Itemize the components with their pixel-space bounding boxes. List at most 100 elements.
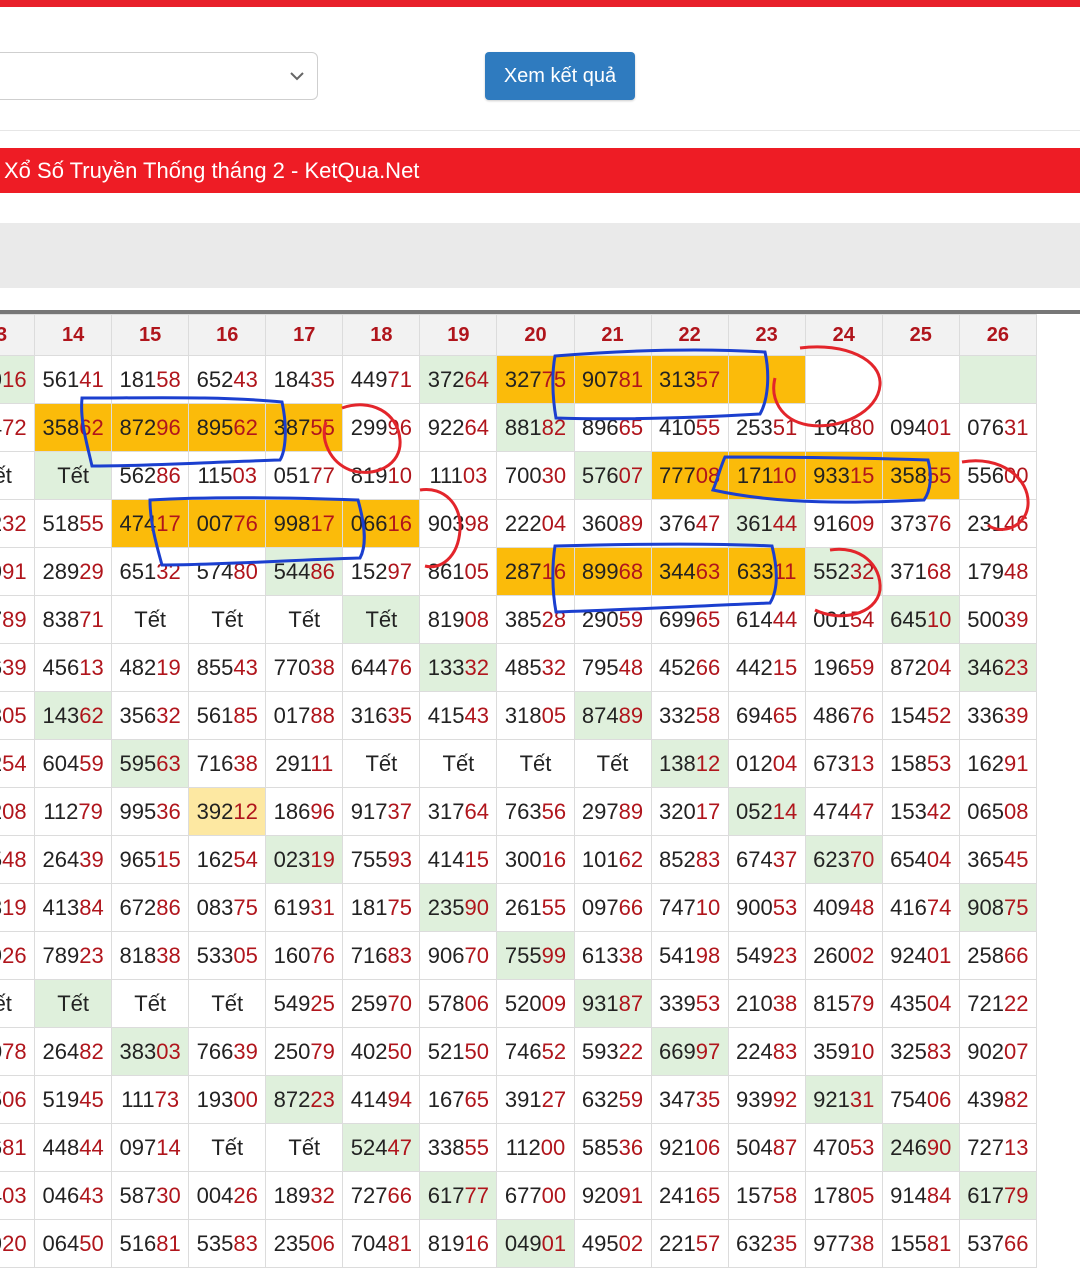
result-prefix: 210 bbox=[736, 990, 773, 1016]
result-cell: 26439 bbox=[34, 835, 113, 884]
result-prefix: 049 bbox=[504, 1230, 542, 1256]
result-prefix: 179 bbox=[967, 558, 1005, 584]
result-cell bbox=[804, 355, 883, 404]
result-prefix: 632 bbox=[736, 1230, 773, 1256]
month-select[interactable] bbox=[0, 52, 318, 100]
result-cell: 37254 bbox=[0, 739, 36, 788]
result-prefix: 320 bbox=[658, 798, 696, 824]
result-cell: 24506 bbox=[0, 1075, 36, 1124]
result-last-two-digits: 65 bbox=[464, 1086, 489, 1112]
result-prefix: 754 bbox=[890, 1086, 927, 1112]
result-cell: Tết bbox=[0, 451, 36, 500]
result-last-two-digits: 00 bbox=[1004, 462, 1029, 488]
result-cell: 89562 bbox=[188, 403, 267, 452]
result-prefix: 250 bbox=[273, 1038, 311, 1064]
result-prefix: 516 bbox=[119, 1230, 157, 1256]
results-table-container[interactable]: 1314151617181920212223242526 57916561411… bbox=[0, 310, 1080, 1285]
result-prefix: 358 bbox=[890, 462, 927, 488]
result-prefix: 861 bbox=[427, 558, 465, 584]
result-last-two-digits: 30 bbox=[156, 1182, 181, 1208]
result-cell: Tết bbox=[111, 595, 190, 644]
view-results-button[interactable]: Xem kết quả bbox=[485, 52, 635, 100]
result-cell: 36089 bbox=[573, 499, 652, 548]
result-cell: 68681 bbox=[0, 1123, 36, 1172]
result-prefix: 614 bbox=[736, 606, 773, 632]
result-prefix: 065 bbox=[967, 798, 1005, 824]
result-last-two-digits: 05 bbox=[233, 942, 258, 968]
result-prefix: 617 bbox=[427, 1182, 465, 1208]
result-last-two-digits: 13 bbox=[849, 750, 875, 776]
result-prefix: 482 bbox=[119, 654, 157, 680]
result-prefix: 777 bbox=[658, 462, 696, 488]
result-cell: 44844 bbox=[34, 1123, 113, 1172]
result-prefix: 164 bbox=[813, 414, 850, 440]
result-last-two-digits: 55 bbox=[926, 462, 952, 488]
result-prefix: 112 bbox=[505, 1134, 541, 1160]
result-cell: 53305 bbox=[188, 931, 267, 980]
result-last-two-digits: 62 bbox=[233, 414, 258, 440]
table-row: TếtTếtTếtTết5492525970578065200993187339… bbox=[0, 979, 1038, 1028]
result-prefix: 143 bbox=[42, 702, 80, 728]
result-cell: 23506 bbox=[265, 1219, 344, 1268]
result-last-two-digits: 45 bbox=[1004, 846, 1029, 872]
result-last-two-digits: 48 bbox=[2, 846, 27, 872]
result-last-two-digits: 41 bbox=[79, 366, 104, 392]
column-header-day: 18 bbox=[342, 314, 421, 356]
result-cell: 58730 bbox=[111, 1171, 190, 1220]
result-last-two-digits: 13 bbox=[79, 654, 104, 680]
result-prefix: 373 bbox=[890, 510, 927, 536]
result-cell: 09401 bbox=[881, 403, 960, 452]
result-prefix: 819 bbox=[350, 462, 388, 488]
result-last-two-digits: 65 bbox=[772, 702, 798, 728]
result-cell: Tết bbox=[111, 979, 190, 1028]
result-cell: 26155 bbox=[496, 883, 575, 932]
result-last-two-digits: 16 bbox=[2, 366, 27, 392]
result-last-two-digits: 10 bbox=[926, 606, 952, 632]
result-last-two-digits: 03 bbox=[462, 462, 488, 488]
result-last-two-digits: 06 bbox=[310, 1230, 335, 1256]
result-last-two-digits: 38 bbox=[156, 942, 181, 968]
result-last-two-digits: 23 bbox=[772, 942, 798, 968]
result-cell: 81916 bbox=[419, 1219, 498, 1268]
result-cell: 26002 bbox=[804, 931, 883, 980]
result-last-two-digits: 74 bbox=[926, 894, 952, 920]
result-cell: 71683 bbox=[342, 931, 421, 980]
result-last-two-digits: 82 bbox=[1004, 1086, 1029, 1112]
result-cell bbox=[727, 355, 806, 404]
result-prefix: 617 bbox=[967, 1182, 1005, 1208]
result-cell: 36920 bbox=[0, 1219, 36, 1268]
result-last-two-digits: 52 bbox=[926, 702, 952, 728]
result-last-two-digits: 23 bbox=[310, 1086, 335, 1112]
result-last-two-digits: 78 bbox=[2, 1038, 27, 1064]
result-prefix: 261 bbox=[504, 894, 542, 920]
result-cell: 18158 bbox=[111, 355, 190, 404]
result-last-two-digits: 05 bbox=[541, 702, 567, 728]
result-prefix: 819 bbox=[427, 606, 465, 632]
result-prefix: 556 bbox=[967, 462, 1005, 488]
result-prefix: 112 bbox=[43, 798, 79, 824]
result-last-two-digits: 43 bbox=[233, 366, 258, 392]
result-prefix: 258 bbox=[967, 942, 1005, 968]
result-cell: 41415 bbox=[419, 835, 498, 884]
result-prefix: 339 bbox=[658, 990, 696, 1016]
result-cell: 74710 bbox=[650, 883, 729, 932]
result-cell: 57480 bbox=[188, 547, 267, 596]
result-cell: 49502 bbox=[573, 1219, 652, 1268]
result-prefix: 674 bbox=[736, 846, 773, 872]
result-last-two-digits: 82 bbox=[79, 1038, 104, 1064]
result-cell: 90875 bbox=[958, 883, 1038, 932]
result-cell: 23146 bbox=[958, 499, 1038, 548]
result-cell: 43504 bbox=[881, 979, 960, 1028]
result-cell: 90670 bbox=[419, 931, 498, 980]
result-last-two-digits: 31 bbox=[310, 894, 335, 920]
result-prefix: 763 bbox=[504, 798, 542, 824]
result-prefix: 162 bbox=[967, 750, 1005, 776]
result-cell: 56141 bbox=[34, 355, 113, 404]
result-cell: 01204 bbox=[727, 739, 806, 788]
result-cell: 02319 bbox=[265, 835, 344, 884]
result-prefix: 917 bbox=[350, 798, 388, 824]
result-cell: Tết bbox=[342, 739, 421, 788]
results-table: 1314151617181920212223242526 57916561411… bbox=[0, 314, 1038, 1268]
result-last-two-digits: 64 bbox=[464, 366, 489, 392]
result-cell: 53583 bbox=[188, 1219, 267, 1268]
